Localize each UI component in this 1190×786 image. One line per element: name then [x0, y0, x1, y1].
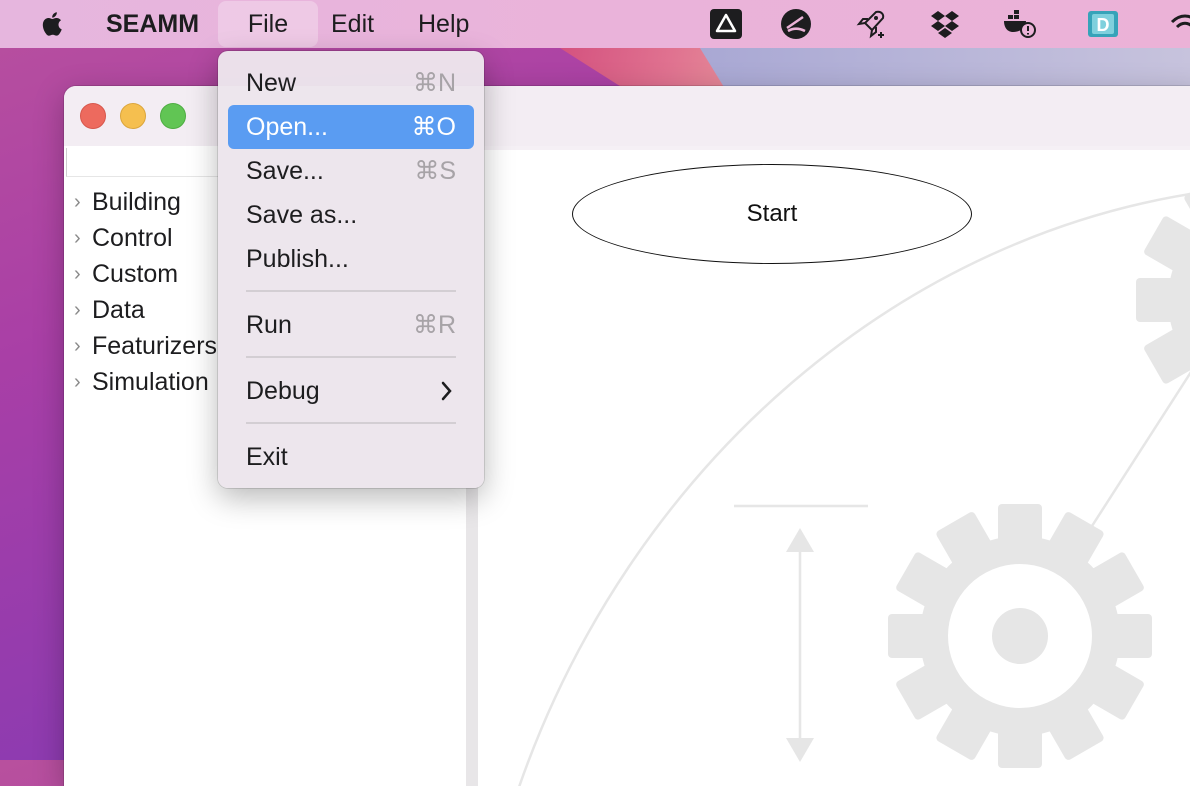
flowchart-canvas[interactable]: Start	[478, 150, 1190, 786]
menu-separator	[246, 356, 456, 358]
step-tree: › Building › Control › Custom › Data › Featur…	[74, 184, 217, 400]
start-node-label: Start	[746, 200, 798, 227]
maximize-window-button[interactable]	[160, 103, 186, 129]
help-menu[interactable]: Help	[418, 0, 469, 48]
wallpaper-accent-2	[700, 48, 1190, 88]
tree-item-data[interactable]: › Data	[74, 292, 217, 328]
menu-item-label: Exit	[246, 443, 288, 471]
menu-bar: SEAMM File Edit Help D	[0, 0, 1190, 48]
menu-item-open[interactable]: Open... ⌘O	[228, 105, 474, 149]
chevron-right-icon[interactable]: ›	[74, 328, 92, 364]
minimize-window-button[interactable]	[120, 103, 146, 129]
dropbox-icon[interactable]	[928, 8, 962, 40]
drive-icon[interactable]	[709, 8, 743, 40]
file-menu-dropdown: New ⌘N Open... ⌘O Save... ⌘S Save as... …	[218, 51, 484, 488]
app-name-menu[interactable]: SEAMM	[106, 0, 199, 48]
chevron-right-icon[interactable]: ›	[74, 292, 92, 328]
tree-item-custom[interactable]: › Custom	[74, 256, 217, 292]
menu-item-shortcut: ⌘O	[411, 113, 456, 141]
tree-item-building[interactable]: › Building	[74, 184, 217, 220]
menu-item-label: Open...	[246, 113, 328, 141]
chevron-right-icon[interactable]: ›	[74, 220, 92, 256]
menu-item-shortcut: ⌘S	[414, 157, 456, 185]
menu-item-new[interactable]: New ⌘N	[228, 61, 474, 105]
menu-item-label: Save as...	[246, 201, 358, 229]
svg-text:D: D	[1097, 15, 1110, 35]
menu-item-publish[interactable]: Publish...	[228, 237, 474, 281]
tree-item-simulation[interactable]: › Simulation	[74, 364, 217, 400]
menu-item-shortcut: ⌘R	[412, 311, 456, 339]
dashboard-icon[interactable]: D	[1086, 8, 1120, 40]
tree-item-label: Simulation	[92, 368, 209, 396]
sketch-icon[interactable]	[779, 8, 813, 40]
tree-item-label: Custom	[92, 260, 179, 288]
menu-item-label: Run	[246, 311, 292, 339]
menu-separator	[246, 290, 456, 292]
close-window-button[interactable]	[80, 103, 106, 129]
menu-item-debug[interactable]: Debug	[228, 369, 474, 413]
menu-item-label: New	[246, 69, 297, 97]
chevron-right-icon[interactable]: ›	[74, 184, 92, 220]
menu-item-label: Save...	[246, 157, 324, 185]
chevron-right-icon[interactable]: ›	[74, 364, 92, 400]
tree-item-label: Building	[92, 188, 181, 216]
tree-item-featurizers[interactable]: › Featurizers	[74, 328, 217, 364]
docker-icon[interactable]	[1002, 8, 1036, 40]
rocket-icon[interactable]	[854, 8, 888, 40]
menu-separator	[246, 422, 456, 424]
file-menu[interactable]: File	[218, 1, 318, 47]
menu-item-save[interactable]: Save... ⌘S	[228, 149, 474, 193]
menu-item-label: Debug	[246, 377, 320, 405]
edit-menu[interactable]: Edit	[331, 0, 374, 48]
start-node[interactable]: Start	[572, 164, 972, 264]
menu-item-save-as[interactable]: Save as...	[228, 193, 474, 237]
tree-item-label: Control	[92, 224, 173, 252]
tree-item-label: Featurizers	[92, 332, 218, 360]
chevron-right-icon	[441, 381, 452, 401]
menu-item-shortcut: ⌘N	[412, 69, 456, 97]
tree-item-control[interactable]: › Control	[74, 220, 217, 256]
tree-item-label: Data	[92, 296, 145, 324]
menu-item-run[interactable]: Run ⌘R	[228, 303, 474, 347]
wifi-icon[interactable]	[1168, 8, 1190, 40]
apple-icon[interactable]	[38, 9, 68, 39]
menu-item-label: Publish...	[246, 245, 349, 273]
chevron-right-icon[interactable]: ›	[74, 256, 92, 292]
menu-item-exit[interactable]: Exit	[228, 435, 474, 479]
